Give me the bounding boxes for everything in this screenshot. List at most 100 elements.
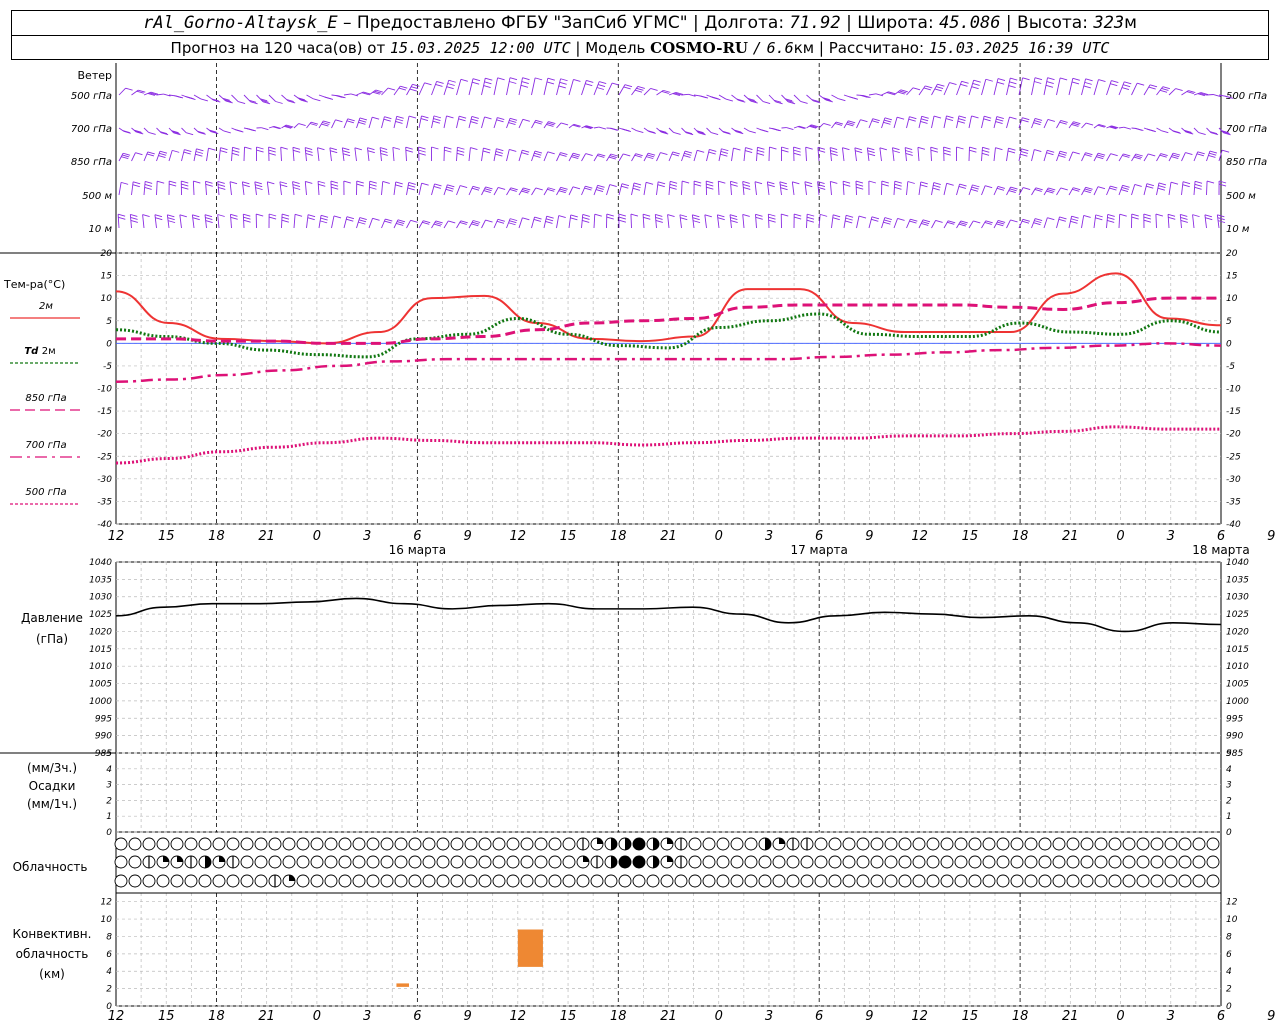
wind-barb-staff <box>931 182 935 196</box>
pressure-line <box>115 597 1222 633</box>
cloud-cover-symbol <box>464 874 478 888</box>
wind-barb-flag <box>130 219 138 223</box>
cloud-cover-symbol <box>352 855 366 869</box>
cloud-cover-symbol <box>1136 874 1150 888</box>
wind-barb-flag <box>1047 149 1055 153</box>
wind-barb-flag <box>586 79 594 83</box>
wind-barb-flag <box>584 187 592 191</box>
wind-barb-staff <box>317 181 320 196</box>
wind-barb-staff <box>304 147 307 162</box>
cloud-cover-symbol <box>184 874 198 888</box>
wind-barb-staff <box>1068 216 1073 229</box>
wind-barb-staff <box>931 115 935 129</box>
cloud-cover-fill <box>219 856 225 862</box>
y-tick-label-right: 6 <box>1226 950 1232 960</box>
wind-level-label-left: 500 м <box>82 191 112 202</box>
wind-barb-flag <box>1194 183 1202 187</box>
y-tick-label-right: 0 <box>1226 828 1232 838</box>
wind-barb-staff <box>668 127 674 133</box>
wind-barb-flag <box>547 151 555 155</box>
wind-barb-flag <box>167 214 175 218</box>
wind-barb-staff <box>393 116 398 129</box>
cloud-cover-symbol <box>800 855 814 869</box>
cloud-cover-symbol <box>800 874 814 888</box>
convective-label-2: облачность <box>16 947 89 961</box>
wind-barb-flag <box>1143 213 1151 217</box>
wind-barb-flag <box>229 181 238 185</box>
wind-barb-staff <box>606 82 613 96</box>
wind-barb-flag <box>636 87 644 91</box>
wind-barb-flag <box>232 149 240 153</box>
wind-barb-flag <box>343 180 351 184</box>
wind-barb-staff <box>154 214 157 229</box>
precip-unit-bottom: (мм/1ч.) <box>27 797 77 811</box>
wind-barb-flag <box>845 220 853 224</box>
wind-barb-flag <box>200 98 208 102</box>
wind-barb-flag <box>971 86 979 90</box>
cloud-cover-symbol <box>156 874 170 888</box>
wind-barb-flag <box>711 132 719 136</box>
wind-barb-flag <box>618 216 627 220</box>
wind-barb-flag <box>1161 88 1169 91</box>
wind-barb-staff <box>842 147 845 162</box>
y-tick-label-right: -30 <box>1226 475 1241 485</box>
wind-barb-staff <box>756 94 764 102</box>
wind-barb-flag <box>959 183 967 187</box>
wind-barb-staff <box>456 79 462 96</box>
wind-barb-flag <box>122 154 130 158</box>
cloud-cover-symbol <box>450 855 464 869</box>
wind-barb-staff <box>329 147 332 162</box>
wind-barb-staff <box>118 87 126 96</box>
cloud-cover-symbol <box>324 837 338 851</box>
wind-barb-flag <box>1109 187 1117 191</box>
cloud-cover-symbol <box>688 874 702 888</box>
wind-barb-flag <box>1071 215 1079 219</box>
cloud-cover-symbol <box>282 837 296 851</box>
wind-barb-flag <box>1180 219 1188 223</box>
wind-barb-staff <box>266 181 270 196</box>
wind-barb-flag <box>231 152 240 156</box>
wind-barb-staff <box>293 214 296 229</box>
wind-barb-flag <box>730 180 738 184</box>
y-tick-label-left: 4 <box>106 967 112 977</box>
wind-barb-staff <box>1156 127 1162 132</box>
wind-barb-flag <box>497 77 505 81</box>
wind-barb-flag <box>346 120 354 124</box>
wind-barb-staff <box>893 218 898 229</box>
wind-barb-staff <box>330 181 332 196</box>
wind-barb-flag <box>1010 186 1018 190</box>
wind-barb-flag <box>482 150 491 154</box>
wind-barb-flag <box>793 149 801 153</box>
wind-barb-staff <box>993 78 999 96</box>
cloud-cover-symbol <box>996 837 1010 851</box>
y-tick-label-left: 10 <box>101 294 113 304</box>
wind-barb-flag <box>509 120 517 123</box>
wind-barb-flag <box>786 127 794 131</box>
cloud-cover-symbol <box>856 855 870 869</box>
hour-tick-label-bottom: 18 <box>1012 1009 1029 1024</box>
wind-barb-staff <box>1118 214 1121 229</box>
hour-tick-label: 3 <box>1167 529 1175 544</box>
wind-barb-staff <box>531 120 537 129</box>
cloud-cover-symbol <box>338 855 352 869</box>
wind-barb-staff <box>631 127 637 131</box>
wind-barb-flag <box>458 118 466 122</box>
wind-barb-flag <box>717 217 725 221</box>
y-tick-label-right: 20 <box>1226 249 1238 259</box>
wind-barb-flag <box>1218 183 1227 187</box>
wind-barb-staff <box>918 85 926 96</box>
wind-barb-flag <box>1084 188 1092 192</box>
wind-barb-flag <box>1135 127 1143 131</box>
wind-barb-flag <box>680 217 688 221</box>
wind-barb-flag <box>971 115 979 119</box>
cloud-cover-symbol <box>590 874 604 888</box>
wind-barb-flag <box>147 151 155 155</box>
cloud-cover-symbol <box>226 874 240 888</box>
wind-barb-flag <box>1137 82 1145 86</box>
wind-barb-staff <box>368 117 373 129</box>
wind-barb-flag <box>342 150 350 154</box>
wind-barb-flag <box>559 188 567 192</box>
temp-legend-label: 500 гПа <box>25 487 66 498</box>
wind-barb-flag <box>657 184 665 188</box>
wind-barb-flag <box>972 184 980 188</box>
